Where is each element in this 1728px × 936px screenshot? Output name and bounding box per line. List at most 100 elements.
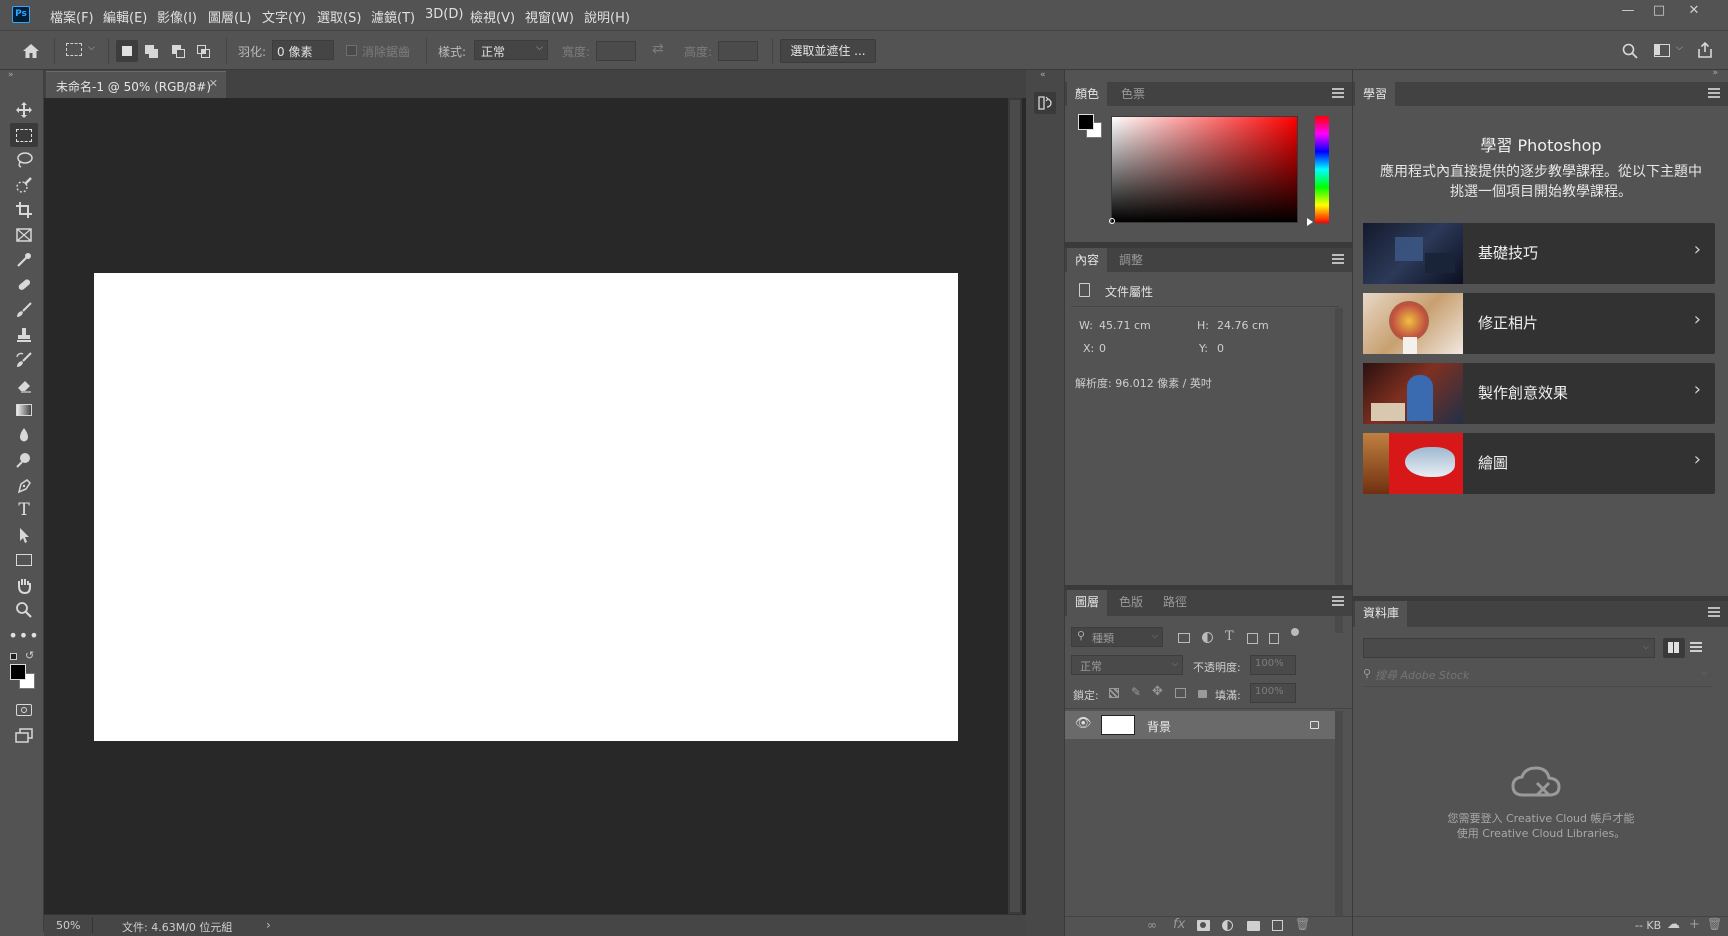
chevron-down-icon[interactable]: ⌵ [1701,668,1707,678]
list-view-icon[interactable] [1690,642,1702,653]
clone-stamp-tool-icon[interactable] [10,323,38,347]
menu-window[interactable]: 視窗(W) [525,7,574,26]
new-selection-icon[interactable] [116,40,138,62]
width-input[interactable] [596,41,636,61]
tab-learn[interactable]: 學習 [1355,82,1396,106]
lock-artboard-icon[interactable] [1175,688,1186,698]
fx-icon[interactable]: fx [1173,917,1185,932]
filter-smart-object-icon[interactable] [1269,633,1279,644]
lasso-tool-icon[interactable] [10,148,38,172]
grid-view-icon[interactable] [1663,638,1685,658]
tab-libraries[interactable]: 資料庫 [1355,601,1408,627]
filter-shape-icon[interactable] [1247,633,1258,644]
lock-position-icon[interactable]: ✥ [1152,684,1163,699]
share-icon[interactable] [1696,41,1714,59]
add-content-icon[interactable]: + [1689,917,1700,932]
layer-filter-select[interactable]: ⚲ 種類 ⌵ [1071,627,1163,647]
tab-layers[interactable]: 圖層 [1067,590,1108,616]
menu-image[interactable]: 影像(I) [157,7,197,26]
panel-menu-icon[interactable] [1332,254,1344,264]
panel-menu-icon[interactable] [1332,596,1344,606]
type-tool-icon[interactable]: T [10,498,38,522]
maximize-button[interactable]: □ [1645,3,1673,25]
tab-adjustments[interactable]: 調整 [1111,248,1151,272]
pen-tool-icon[interactable] [10,473,38,497]
opacity-input[interactable]: 100% [1250,655,1296,675]
filter-pixel-icon[interactable] [1178,633,1190,643]
subtract-selection-icon[interactable] [172,45,185,58]
eyedropper-tool-icon[interactable] [10,248,38,272]
learn-item-basics[interactable]: 基礎技巧 › [1363,223,1715,284]
eye-icon[interactable]: 👁 [1075,716,1092,731]
photoshop-logo-icon[interactable]: Ps [12,6,30,23]
workspace-icon[interactable] [1654,44,1670,57]
color-picker-cursor[interactable] [1109,218,1115,224]
collapse-arrows-icon[interactable]: » [1712,68,1718,78]
tab-properties[interactable]: 內容 [1067,248,1108,272]
frame-tool-icon[interactable] [10,223,38,247]
dodge-tool-icon[interactable] [10,448,38,472]
blend-mode-select[interactable]: 正常 ⌵ [1071,655,1183,675]
scrollbar-thumb[interactable] [1010,100,1020,912]
menu-help[interactable]: 說明(H) [584,7,630,26]
delete-icon[interactable]: 🗑 [1707,917,1722,931]
antialias-checkbox[interactable] [346,45,357,56]
hue-slider[interactable] [1315,116,1329,223]
zoom-tool-icon[interactable] [10,598,38,622]
menu-3d[interactable]: 3D(D) [425,7,463,22]
hue-slider-handle[interactable] [1307,218,1313,226]
move-tool-icon[interactable] [10,98,38,122]
menu-file[interactable]: 檔案(F) [50,7,94,26]
menu-view[interactable]: 檢視(V) [470,7,515,26]
filter-toggle-icon[interactable] [1291,628,1299,636]
menu-select[interactable]: 選取(S) [317,7,361,26]
height-value[interactable]: 24.76 cm [1217,319,1269,332]
close-tab-icon[interactable]: ✕ [209,77,218,90]
select-and-mask-button[interactable]: 選取並遮住 ... [780,39,876,63]
height-input[interactable] [718,41,758,61]
panel-menu-icon[interactable] [1708,88,1720,98]
zoom-level[interactable]: 50% [56,919,80,932]
new-layer-icon[interactable] [1272,920,1283,931]
marquee-preset-icon[interactable] [66,43,82,56]
width-value[interactable]: 45.71 cm [1099,319,1151,332]
add-selection-icon[interactable] [145,45,158,58]
color-picker-field[interactable] [1111,116,1298,223]
panel-menu-icon[interactable] [1332,88,1344,98]
fill-input[interactable]: 100% [1250,683,1296,703]
learn-item-creative-effects[interactable]: 製作創意效果 › [1363,363,1715,424]
style-select[interactable]: 正常 ⌵ [474,40,548,60]
intersect-selection-icon[interactable] [197,45,210,58]
foreground-color-swatch[interactable] [10,664,26,680]
tab-swatches[interactable]: 色票 [1113,82,1153,106]
tab-color[interactable]: 顏色 [1067,82,1108,106]
menu-edit[interactable]: 編輯(E) [103,7,147,26]
lock-transparent-icon[interactable] [1109,688,1119,698]
library-select[interactable]: ⌵ [1363,638,1655,658]
swap-icon[interactable]: ⇄ [652,41,664,57]
swap-colors-icon[interactable]: ↺ [25,649,34,662]
gradient-tool-icon[interactable] [10,398,38,422]
lock-image-icon[interactable]: ✎ [1131,685,1141,699]
delete-layer-icon[interactable]: 🗑 [1295,917,1310,931]
home-icon[interactable] [22,43,40,59]
minimize-button[interactable]: — [1614,3,1642,25]
canvas[interactable] [94,273,958,741]
healing-brush-tool-icon[interactable] [10,273,38,297]
layer-row[interactable]: 👁 背景 [1065,711,1335,739]
eraser-tool-icon[interactable] [10,373,38,397]
history-panel-icon[interactable] [1034,92,1056,114]
search-icon[interactable] [1622,43,1638,59]
rectangle-tool-icon[interactable] [10,548,38,572]
filter-adjustment-icon[interactable] [1202,632,1213,643]
quick-mask-icon[interactable] [10,698,38,722]
learn-item-painting[interactable]: 繪圖 › [1363,433,1715,494]
default-colors-icon[interactable] [10,653,17,660]
quick-selection-tool-icon[interactable] [10,173,38,197]
stock-search-input[interactable] [1375,666,1675,684]
link-layers-icon[interactable]: ∞ [1147,918,1157,932]
history-brush-tool-icon[interactable] [10,348,38,372]
new-group-icon[interactable] [1247,921,1260,931]
screen-mode-icon[interactable] [10,723,38,747]
brush-tool-icon[interactable] [10,298,38,322]
